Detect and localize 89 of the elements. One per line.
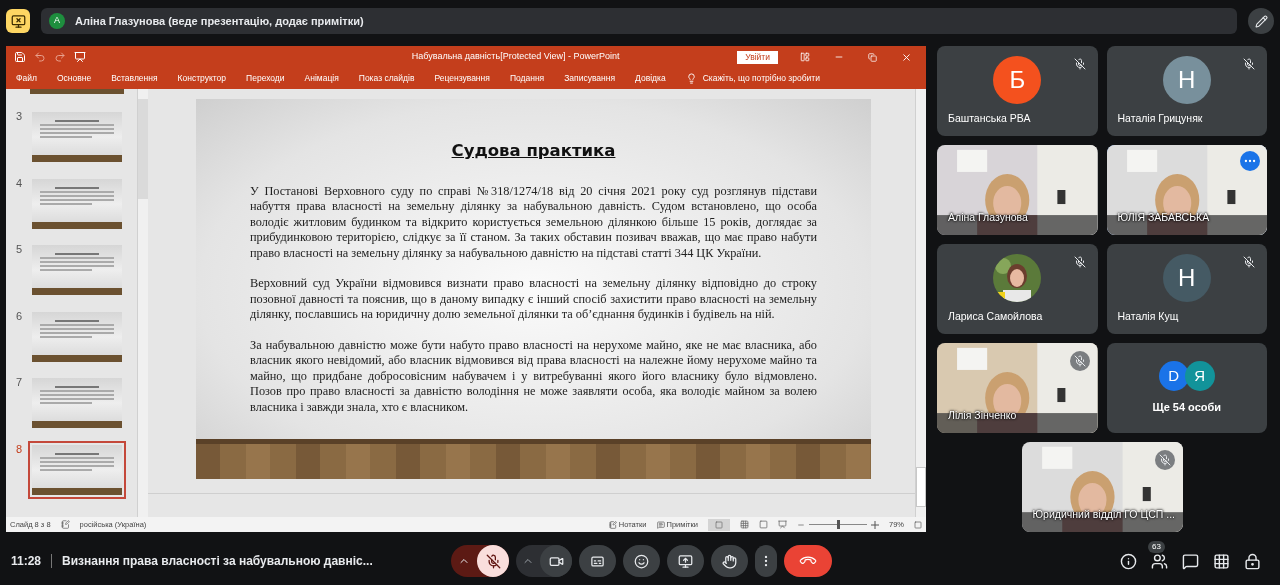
- presenter-label: Аліна Глазунова (веде презентацію, додає примітки): [75, 13, 364, 29]
- avatar: Н: [1162, 56, 1211, 104]
- slide-number: 6: [14, 308, 22, 324]
- restore-icon[interactable]: [868, 52, 877, 62]
- participant-name: ЮЛІЯ ЗАБАВСЬКА: [1117, 210, 1210, 226]
- camera-button[interactable]: [540, 545, 572, 577]
- ribbon-tab[interactable]: Подання: [509, 72, 545, 85]
- slide-number: 3: [14, 109, 22, 124]
- host-controls-icon[interactable]: [1244, 552, 1261, 570]
- captions-icon: [590, 553, 605, 569]
- hand-icon: [722, 553, 737, 569]
- participant-count-badge: 63: [1148, 540, 1165, 553]
- lightbulb-icon: [685, 73, 697, 84]
- presentation-off-icon[interactable]: [6, 9, 30, 33]
- more-participants-label: Ще 54 особи: [1152, 399, 1222, 415]
- tell-me-field[interactable]: Скажіть, що потрібно зробити: [702, 72, 820, 85]
- slide-number: 5: [14, 242, 22, 257]
- chat-icon[interactable]: [1182, 552, 1199, 570]
- participant-name: Наталія Грицуняк: [1117, 111, 1203, 127]
- avatar: А: [49, 13, 65, 29]
- square-icon: [715, 520, 723, 529]
- ribbon-tab[interactable]: Файл: [16, 72, 37, 85]
- smiley-icon: [634, 553, 649, 569]
- participant-tile[interactable]: Юридичний відділ ГО ЦСП ...: [1021, 442, 1183, 532]
- present-button[interactable]: [667, 545, 704, 577]
- ribbon-tab[interactable]: Основне: [56, 72, 92, 85]
- ribbon-tab[interactable]: Конструктор: [177, 72, 227, 85]
- annotate-button[interactable]: [1248, 8, 1274, 34]
- participant-tile[interactable]: ЮЛІЯ ЗАБАВСЬКА: [1106, 145, 1267, 235]
- participant-tile[interactable]: Н Наталія Грицуняк: [1106, 46, 1267, 136]
- slide-paragraph: Верховний суд України відмовився визнати право власності на земельну ділянку відповідно до строку позовної давності та пояснив, що в даному випадку є інший спосіб захистити право власності на земельну ділянку, пославшись на юридичну долю земельної ділянки та об’єднання будинків і будівель на ній.: [250, 276, 817, 323]
- zoom-slider-thumb[interactable]: [836, 520, 840, 529]
- notes-icon: [608, 520, 617, 529]
- participant-tile[interactable]: Б Баштанська РВА: [937, 46, 1098, 136]
- comments-icon: [656, 520, 665, 529]
- more-options-button[interactable]: [755, 545, 777, 577]
- avatar: Б: [993, 56, 1042, 104]
- ribbon-tab[interactable]: Показ слайдів: [358, 72, 415, 85]
- slide-thumbnail[interactable]: [28, 440, 126, 499]
- ribbon-tab[interactable]: Переходи: [246, 72, 285, 85]
- slide-paragraph: За набувальною давністю може бути набуто право власності на нерухоме майно, яке не має власника, або власник якого невідомий, або власник відмовився від права власності на належне йому нерухоме майно та майно, що придбане добросовісним набувачем і у витребуванні якого його власнику було відмовлено. Позов про право власності за давністю володіння не може заявляти особа, яка володіє майном за волею власника і завжди знала, хто є власником.: [250, 337, 817, 416]
- slide-number: 8: [14, 441, 22, 457]
- clock: 11:28: [11, 553, 42, 570]
- participant-tile[interactable]: Лариса Самойлова: [937, 244, 1098, 334]
- close-icon[interactable]: [901, 51, 912, 63]
- ribbon-tab[interactable]: Анімація: [304, 72, 339, 85]
- slideshow-icon[interactable]: [74, 51, 86, 63]
- spelling-icon[interactable]: [60, 520, 70, 529]
- avatar: Н: [1162, 254, 1211, 302]
- participant-name: Лілія Зінченко: [948, 408, 1017, 424]
- participant-name: Аліна Глазунова: [948, 210, 1028, 226]
- sign-in-button[interactable]: Увійти: [737, 50, 778, 64]
- slideshow-icon[interactable]: [778, 520, 787, 529]
- ribbon-tab[interactable]: Довідка: [635, 72, 666, 85]
- info-icon[interactable]: [1120, 552, 1137, 570]
- participant-tile[interactable]: D Я Ще 54 особи: [1106, 343, 1267, 433]
- monitor-x-icon: [10, 13, 26, 29]
- participant-tile[interactable]: Н Наталія Кущ: [1106, 244, 1267, 334]
- slide-number: 7: [14, 375, 22, 390]
- window-title: Набувальна давність[Protected View] - PowerPoint: [410, 50, 621, 64]
- participant-name: Баштанська РВА: [948, 111, 1031, 127]
- participant-name: Юридичний відділ ГО ЦСП ...: [1032, 507, 1175, 523]
- slide-number: 4: [14, 175, 22, 191]
- participant-name: Наталія Кущ: [1117, 309, 1179, 325]
- pencil-icon: [1254, 14, 1268, 28]
- participant-name: Лариса Самойлова: [948, 309, 1043, 325]
- end-call-button[interactable]: [784, 545, 832, 577]
- ribbon-tab[interactable]: Записування: [564, 72, 616, 85]
- ribbon-display-icon[interactable]: [800, 52, 810, 62]
- ribbon-tab[interactable]: Вставлення: [111, 72, 158, 85]
- zoom-in-icon[interactable]: [871, 520, 879, 529]
- present-screen-icon: [678, 553, 693, 569]
- avatar: D: [1158, 360, 1189, 391]
- apps-icon[interactable]: [1213, 552, 1230, 570]
- save-icon[interactable]: [14, 51, 26, 63]
- microphone-button[interactable]: [477, 545, 509, 577]
- ribbon-tab[interactable]: Рецензування: [434, 72, 490, 85]
- avatar: Я: [1184, 360, 1215, 391]
- participant-tile[interactable]: Лілія Зінченко: [937, 343, 1098, 433]
- captions-button[interactable]: [579, 545, 616, 577]
- participant-tile[interactable]: Аліна Глазунова: [937, 145, 1098, 235]
- raise-hand-button[interactable]: [711, 545, 748, 577]
- meeting-title: Визнання права власності за набувальною давніс...: [62, 553, 373, 570]
- people-icon[interactable]: [1151, 552, 1168, 570]
- slide-title: Судова практика: [451, 140, 616, 162]
- mic-off-icon: [485, 553, 501, 569]
- slide-paragraph: У Постанові Верховного суду по справі №318/1274/18 від 20 січня 2021 року суд розглянув підстави набуття права власності на земельну ділянку за набувальною давність. Судом встановлено, що особа володіє житловим будинком та відкрито користується земельною ділянкою більше 15 років, доглядає за прибудинковою територією, слідкує за її станом. За таких обставин позивач вважав, що має право набути право власності на земельну ділянку за набувальною давністю на підставі статті 344 ЦК України.: [250, 183, 817, 262]
- slide-sorter-icon[interactable]: [740, 520, 749, 529]
- emoji-button[interactable]: [623, 545, 660, 577]
